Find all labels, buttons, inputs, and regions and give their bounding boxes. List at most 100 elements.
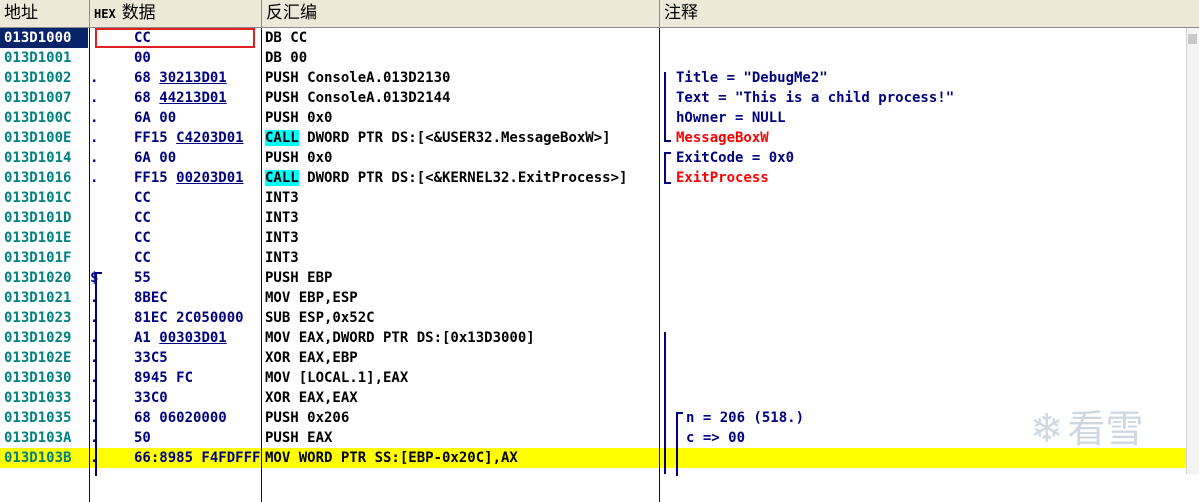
address-cell[interactable]: 013D1000	[0, 28, 88, 48]
header-hex-data[interactable]: HEX 数据	[90, 0, 262, 27]
disassembly-cell[interactable]: MOV WORD PTR SS:[EBP-0x20C],AX	[265, 448, 659, 468]
hex-cell[interactable]: CC	[134, 208, 260, 228]
table-row[interactable]: 013D1016. FF15 00203D01 CALL DWORD PTR DS:…	[0, 168, 1199, 188]
address-cell[interactable]: 013D1007	[0, 88, 88, 108]
table-row[interactable]: 013D1001 00 DB 00	[0, 48, 1199, 68]
comment-cell[interactable]	[662, 348, 1199, 368]
disassembly-cell[interactable]: INT3	[265, 188, 659, 208]
hex-cell[interactable]: 33C5	[134, 348, 260, 368]
address-cell[interactable]: 013D100E	[0, 128, 88, 148]
comment-cell[interactable]	[662, 228, 1199, 248]
disassembly-cell[interactable]: PUSH EAX	[265, 428, 659, 448]
hex-cell[interactable]: 6A 00	[134, 148, 260, 168]
address-cell[interactable]: 013D1021	[0, 288, 88, 308]
address-cell[interactable]: 013D101F	[0, 248, 88, 268]
hex-cell[interactable]: 33C0	[134, 388, 260, 408]
table-row[interactable]: 013D100E. FF15 C4203D01 CALL DWORD PTR DS:…	[0, 128, 1199, 148]
comment-cell[interactable]: hOwner = NULL	[662, 108, 1199, 128]
disassembly-cell[interactable]: PUSH 0x0	[265, 108, 659, 128]
disassembly-cell[interactable]: SUB ESP,0x52C	[265, 308, 659, 328]
hex-cell[interactable]: 8945 FC	[134, 368, 260, 388]
comment-cell[interactable]	[662, 28, 1199, 48]
vertical-scrollbar[interactable]	[1186, 28, 1199, 474]
disassembly-cell[interactable]: MOV EBP,ESP	[265, 288, 659, 308]
table-row[interactable]: 013D1002. 68 30213D01 PUSH ConsoleA.013D21…	[0, 68, 1199, 88]
disassembly-cell[interactable]: XOR EAX,EAX	[265, 388, 659, 408]
comment-cell[interactable]	[662, 368, 1199, 388]
address-cell[interactable]: 013D102E	[0, 348, 88, 368]
header-comment[interactable]: 注释	[660, 0, 1199, 27]
address-cell[interactable]: 013D1023	[0, 308, 88, 328]
hex-cell[interactable]: 68 06020000	[134, 408, 260, 428]
disassembly-cell[interactable]: PUSH 0x0	[265, 148, 659, 168]
table-row[interactable]: 013D1023. 81EC 2C050000 SUB ESP,0x52C	[0, 308, 1199, 328]
table-row[interactable]: 013D1033. 33C0 XOR EAX,EAX	[0, 388, 1199, 408]
hex-cell[interactable]: 68 44213D01	[134, 88, 260, 108]
table-row[interactable]: 013D1029. A1 00303D01 MOV EAX,DWORD PTR DS…	[0, 328, 1199, 348]
address-cell[interactable]: 013D1001	[0, 48, 88, 68]
address-cell[interactable]: 013D1014	[0, 148, 88, 168]
table-row[interactable]: 013D1021. 8BEC MOV EBP,ESP	[0, 288, 1199, 308]
disassembly-cell[interactable]: XOR EAX,EBP	[265, 348, 659, 368]
hex-cell[interactable]: CC	[134, 228, 260, 248]
table-row[interactable]: 013D1035. 68 06020000 PUSH 0x206 n = 206 (5…	[0, 408, 1199, 428]
table-row[interactable]: 013D1020 $55 PUSH EBP	[0, 268, 1199, 288]
address-cell[interactable]: 013D100C	[0, 108, 88, 128]
table-row[interactable]: 013D101C CC INT3	[0, 188, 1199, 208]
hex-cell[interactable]: 55	[134, 268, 260, 288]
table-row[interactable]: 013D1014. 6A 00 PUSH 0x0 ExitCode = 0x0	[0, 148, 1199, 168]
hex-cell[interactable]: 68 30213D01	[134, 68, 260, 88]
disassembly-cell[interactable]: PUSH EBP	[265, 268, 659, 288]
comment-cell[interactable]	[662, 328, 1199, 348]
table-row[interactable]: 013D102E. 33C5 XOR EAX,EBP	[0, 348, 1199, 368]
address-cell[interactable]: 013D101D	[0, 208, 88, 228]
address-cell[interactable]: 013D1030	[0, 368, 88, 388]
hex-cell[interactable]: 00	[134, 48, 260, 68]
comment-cell[interactable]	[662, 208, 1199, 228]
table-row[interactable]: 013D101E CC INT3	[0, 228, 1199, 248]
table-row[interactable]: 013D101F CC INT3	[0, 248, 1199, 268]
scrollbar-thumb[interactable]	[1188, 34, 1197, 44]
comment-cell[interactable]	[662, 268, 1199, 288]
hex-cell[interactable]: CC	[134, 248, 260, 268]
header-address[interactable]: 地址	[0, 0, 90, 27]
comment-cell[interactable]	[662, 248, 1199, 268]
hex-cell[interactable]: 66:8985 F4FDFFFF	[134, 448, 260, 468]
header-disassembly[interactable]: 反汇编	[262, 0, 660, 27]
disassembly-cell[interactable]: DB CC	[265, 28, 659, 48]
disassembly-cell[interactable]: INT3	[265, 248, 659, 268]
hex-cell[interactable]: CC	[134, 188, 260, 208]
hex-cell[interactable]: 6A 00	[134, 108, 260, 128]
address-cell[interactable]: 013D101C	[0, 188, 88, 208]
table-row[interactable]: 013D101D CC INT3	[0, 208, 1199, 228]
comment-cell[interactable]: Text = "This is a child process!"	[662, 88, 1199, 108]
disassembly-cell[interactable]: INT3	[265, 228, 659, 248]
hex-cell[interactable]: A1 00303D01	[134, 328, 260, 348]
disassembly-cell[interactable]: INT3	[265, 208, 659, 228]
table-row[interactable]: 013D1007. 68 44213D01 PUSH ConsoleA.013D21…	[0, 88, 1199, 108]
hex-cell[interactable]: 81EC 2C050000	[134, 308, 260, 328]
address-cell[interactable]: 013D1035	[0, 408, 88, 428]
comment-cell[interactable]	[662, 48, 1199, 68]
disassembly-cell[interactable]: CALL DWORD PTR DS:[<&USER32.MessageBoxW>…	[265, 128, 659, 148]
disassembly-cell[interactable]: DB 00	[265, 48, 659, 68]
address-cell[interactable]: 013D103B	[0, 448, 88, 468]
address-cell[interactable]: 013D1033	[0, 388, 88, 408]
address-cell[interactable]: 013D1016	[0, 168, 88, 188]
comment-cell[interactable]: ExitCode = 0x0	[662, 148, 1199, 168]
comment-cell[interactable]	[662, 188, 1199, 208]
hex-cell[interactable]: 8BEC	[134, 288, 260, 308]
disassembly-cell[interactable]: PUSH ConsoleA.013D2130	[265, 68, 659, 88]
address-cell[interactable]: 013D1002	[0, 68, 88, 88]
comment-cell[interactable]	[662, 308, 1199, 328]
disassembly-cell[interactable]: CALL DWORD PTR DS:[<&KERNEL32.ExitProces…	[265, 168, 659, 188]
comment-cell[interactable]: Title = "DebugMe2"	[662, 68, 1199, 88]
hex-cell[interactable]: FF15 00203D01	[134, 168, 260, 188]
disassembly-cell[interactable]: PUSH ConsoleA.013D2144	[265, 88, 659, 108]
disassembly-cell[interactable]: PUSH 0x206	[265, 408, 659, 428]
comment-cell[interactable]	[662, 288, 1199, 308]
hex-cell[interactable]: FF15 C4203D01	[134, 128, 260, 148]
table-row[interactable]: 013D103A. 50 PUSH EAX c => 00	[0, 428, 1199, 448]
disassembly-cell[interactable]: MOV EAX,DWORD PTR DS:[0x13D3000]	[265, 328, 659, 348]
table-row[interactable]: 013D103B. 66:8985 F4FDFFFF MOV WORD PTR SS…	[0, 448, 1199, 468]
